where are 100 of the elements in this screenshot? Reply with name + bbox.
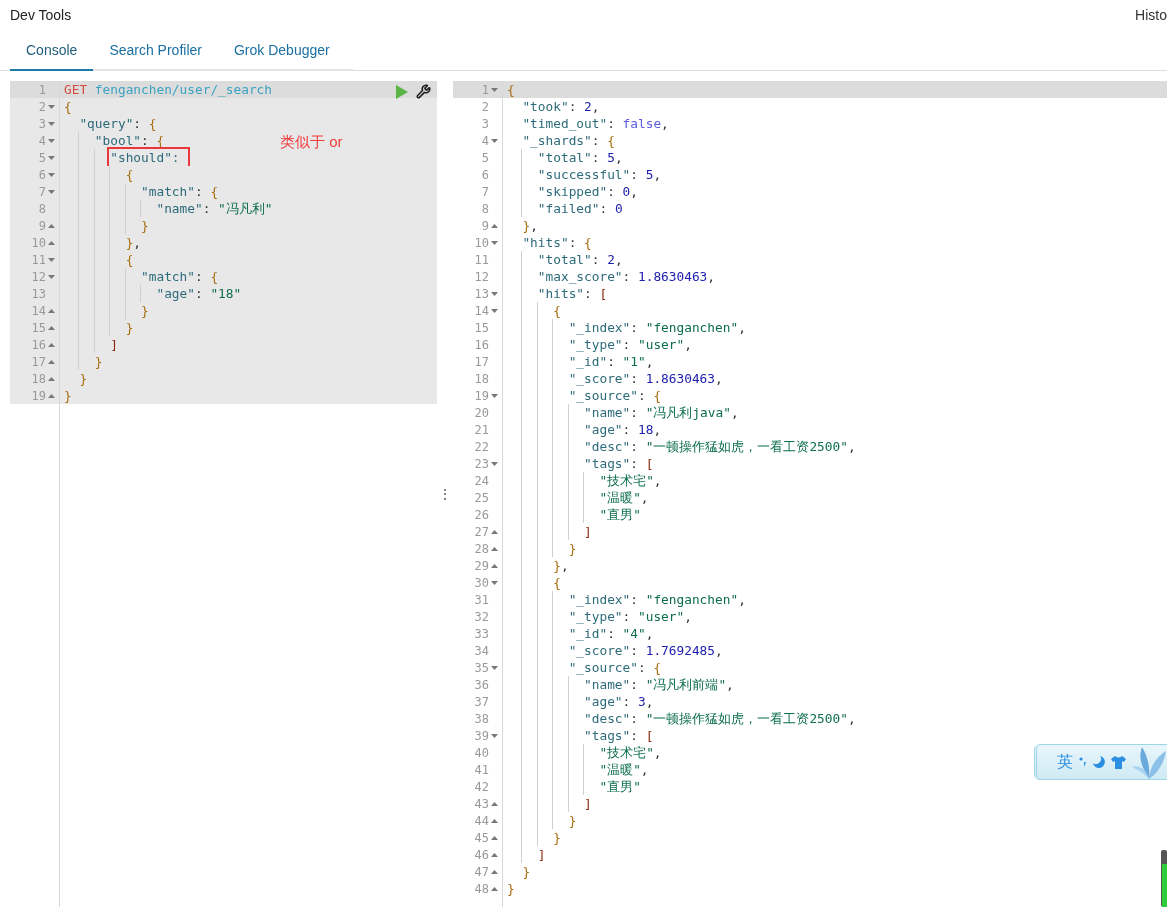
- fold-arrow-icon[interactable]: [491, 223, 498, 228]
- code-line: "name": "冯凡利": [64, 200, 273, 217]
- fold-arrow-icon[interactable]: [48, 172, 55, 177]
- line-number: 27: [474, 524, 489, 539]
- line-number: 48: [474, 881, 489, 896]
- fold-arrow-icon[interactable]: [48, 376, 55, 381]
- line-number: 30: [474, 575, 489, 590]
- fold-arrow-icon[interactable]: [491, 733, 498, 738]
- line-number: 14: [474, 303, 489, 318]
- line-number: 2: [38, 99, 46, 114]
- code-line: {: [64, 98, 72, 115]
- line-number: 2: [481, 99, 489, 114]
- line-number: 1: [481, 82, 489, 97]
- code-line: "_source": {: [507, 659, 662, 676]
- resize-handle[interactable]: ⋮: [438, 486, 452, 502]
- line-number: 3: [481, 116, 489, 131]
- line-number: 13: [31, 286, 46, 301]
- line-number: 12: [31, 269, 46, 284]
- fold-arrow-icon[interactable]: [491, 308, 498, 313]
- code-line: "timed_out": false,: [507, 115, 669, 132]
- code-line: "skipped": 0,: [507, 183, 638, 200]
- tab[interactable]: Console: [10, 30, 94, 71]
- ime-language-label[interactable]: 英: [1057, 751, 1073, 773]
- code-line: "total": 2,: [507, 251, 623, 268]
- fold-arrow-icon[interactable]: [48, 240, 55, 245]
- fold-arrow-icon[interactable]: [491, 240, 498, 245]
- line-number: 10: [474, 235, 489, 250]
- fold-arrow-icon[interactable]: [48, 393, 55, 398]
- shirt-icon[interactable]: [1111, 755, 1126, 769]
- line-number: 9: [481, 218, 489, 233]
- tab[interactable]: Search Profiler: [93, 30, 218, 71]
- line-number: 17: [31, 354, 46, 369]
- fold-arrow-icon[interactable]: [491, 801, 498, 806]
- fold-arrow-icon[interactable]: [491, 580, 498, 585]
- line-number: 12: [474, 269, 489, 284]
- line-number: 19: [31, 388, 46, 403]
- code-line: {: [507, 81, 515, 98]
- line-number: 6: [38, 167, 46, 182]
- fold-arrow-icon[interactable]: [491, 869, 498, 874]
- line-number: 11: [474, 252, 489, 267]
- line-number: 17: [474, 354, 489, 369]
- line-number: 31: [474, 592, 489, 607]
- fold-arrow-icon[interactable]: [491, 546, 498, 551]
- fold-arrow-icon[interactable]: [491, 138, 498, 143]
- line-number: 21: [474, 422, 489, 437]
- fold-arrow-icon[interactable]: [48, 325, 55, 330]
- fold-arrow-icon[interactable]: [48, 138, 55, 143]
- fold-arrow-icon[interactable]: [491, 529, 498, 534]
- fold-arrow-icon[interactable]: [491, 835, 498, 840]
- line-number: 38: [474, 711, 489, 726]
- line-number: 39: [474, 728, 489, 743]
- fold-arrow-icon[interactable]: [48, 342, 55, 347]
- fold-arrow-icon[interactable]: [48, 155, 55, 160]
- fold-arrow-icon[interactable]: [491, 393, 498, 398]
- fold-arrow-icon[interactable]: [491, 665, 498, 670]
- fold-arrow-icon[interactable]: [491, 852, 498, 857]
- level-meter-icon: [1161, 850, 1167, 907]
- fold-arrow-icon[interactable]: [48, 359, 55, 364]
- code-line: "hits": [: [507, 285, 608, 302]
- fold-arrow-icon[interactable]: [491, 563, 498, 568]
- line-number: 16: [474, 337, 489, 352]
- line-number: 13: [474, 286, 489, 301]
- code-line: }: [64, 370, 88, 387]
- page-title: Dev Tools: [10, 7, 72, 23]
- tab[interactable]: Grok Debugger: [217, 30, 346, 71]
- moon-icon[interactable]: [1093, 756, 1105, 768]
- fold-arrow-icon[interactable]: [491, 291, 498, 296]
- line-number: 24: [474, 473, 489, 488]
- fold-arrow-icon[interactable]: [48, 104, 55, 109]
- line-number: 8: [38, 201, 46, 216]
- fold-arrow-icon[interactable]: [48, 121, 55, 126]
- fold-arrow-icon[interactable]: [491, 818, 498, 823]
- code-line: "_id": "1",: [507, 353, 654, 370]
- fold-arrow-icon[interactable]: [48, 189, 55, 194]
- line-number: 4: [38, 133, 46, 148]
- fold-arrow-icon[interactable]: [48, 274, 55, 279]
- fold-arrow-icon[interactable]: [48, 308, 55, 313]
- line-number: 3: [38, 116, 46, 131]
- line-number: 5: [38, 150, 46, 165]
- ime-toolbar[interactable]: 英: [1034, 744, 1167, 780]
- wrench-icon[interactable]: [416, 84, 431, 99]
- code-line: },: [507, 217, 538, 234]
- fold-arrow-icon[interactable]: [491, 461, 498, 466]
- line-number: 42: [474, 779, 489, 794]
- fold-arrow-icon[interactable]: [48, 257, 55, 262]
- fold-arrow-icon[interactable]: [48, 223, 55, 228]
- code-line: "_source": {: [507, 387, 662, 404]
- history-link[interactable]: Histo: [1135, 7, 1167, 23]
- line-number: 7: [481, 184, 489, 199]
- fold-arrow-icon[interactable]: [491, 886, 498, 891]
- punctuation-icon[interactable]: [1079, 756, 1087, 768]
- fold-arrow-icon[interactable]: [491, 87, 498, 92]
- line-number: 15: [31, 320, 46, 335]
- line-number: 33: [474, 626, 489, 641]
- play-icon[interactable]: [396, 84, 408, 99]
- code-line: "name": "冯凡利前端",: [507, 676, 734, 693]
- line-number: 4: [481, 133, 489, 148]
- line-number: 23: [474, 456, 489, 471]
- code-line: "total": 5,: [507, 149, 623, 166]
- code-line: "query": {: [64, 115, 157, 132]
